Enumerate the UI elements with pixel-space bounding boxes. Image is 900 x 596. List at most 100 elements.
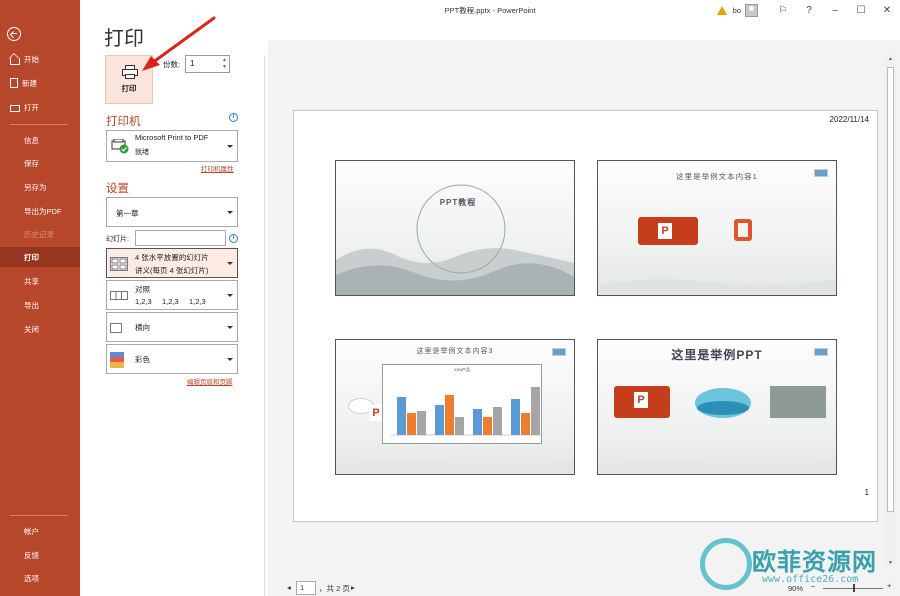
avatar[interactable] — [745, 3, 758, 17]
preview-page: 2022/11/14 PPT教程 这里是举例文本内容1 这里是举例文本内容3 X… — [293, 110, 878, 522]
info-icon[interactable]: i — [229, 113, 238, 122]
back-arrow-icon[interactable] — [7, 27, 21, 41]
collate-select[interactable]: 对照 1,2,3 1,2,3 1,2,3 — [106, 280, 238, 310]
sidebar-item-print[interactable]: 打印 — [0, 247, 80, 267]
minimize-icon[interactable]: – — [822, 0, 848, 20]
sidebar-item-home[interactable]: 开始 — [0, 49, 80, 69]
scroll-up-icon[interactable]: ▲ — [887, 56, 894, 62]
user-name[interactable]: bo — [733, 6, 741, 15]
sidebar-item-label: 帐户 — [24, 526, 39, 536]
sidebar-item-account[interactable]: 帐户 — [0, 521, 80, 541]
sidebar-item-open[interactable]: 打开 — [0, 97, 80, 117]
sidebar-item-label: 反馈 — [24, 550, 39, 560]
sidebar-item-options[interactable]: 选项 — [0, 568, 80, 588]
layout-select[interactable]: 4 张水平放置的幻灯片 讲义(每页 4 张幻灯片) — [106, 248, 238, 278]
printer-ready-icon — [111, 139, 129, 154]
title-bar-controls: bo ⚐ ? – ☐ ✕ — [716, 0, 900, 20]
sidebar-item-save[interactable]: 保存 — [0, 153, 80, 173]
slides-input[interactable] — [135, 230, 226, 246]
settings-heading: 设置 — [106, 183, 129, 195]
warning-icon[interactable] — [716, 5, 727, 15]
page-input[interactable]: 1 — [296, 581, 316, 595]
collate-sequence: 1,2,3 — [189, 297, 206, 306]
new-document-icon — [10, 78, 18, 88]
info-icon[interactable]: i — [229, 234, 238, 243]
panel-divider — [264, 55, 265, 596]
edit-header-footer-link[interactable]: 编辑页眉和页脚 — [187, 376, 233, 386]
copies-input[interactable]: 1 ▲ ▼ — [185, 55, 230, 73]
sidebar-item-label: 导出 — [24, 300, 39, 310]
handout-layout-icon — [110, 257, 128, 271]
badge-image — [552, 348, 566, 356]
sidebar-item-label: 开始 — [24, 54, 39, 64]
sidebar-item-label: 共享 — [24, 276, 39, 286]
coauthor-icon[interactable]: ⚐ — [770, 0, 796, 20]
sidebar-item-export-pdf[interactable]: 导出为PDF — [0, 201, 80, 221]
sidebar-divider — [10, 124, 68, 125]
slide-title: 这里是举例PPT — [671, 348, 763, 362]
sidebar-item-share[interactable]: 共享 — [0, 271, 80, 291]
sidebar-item-label: 关闭 — [24, 324, 39, 334]
chevron-down-icon — [227, 294, 233, 297]
collate-title: 对照 — [135, 285, 150, 294]
print-range-value: 第一章 — [116, 209, 139, 218]
watermark: 欧菲资源网 www.office26.com — [700, 538, 895, 596]
orientation-select[interactable]: 横向 — [106, 312, 238, 342]
watermark-url: www.office26.com — [762, 574, 859, 585]
sidebar-item-label: 打印 — [24, 252, 39, 262]
collate-icon — [110, 291, 128, 300]
chevron-down-icon — [227, 211, 233, 214]
close-icon[interactable]: ✕ — [874, 0, 900, 20]
slides-label: 幻灯片: — [106, 236, 129, 243]
scroll-thumb[interactable] — [887, 67, 894, 512]
mountain-image — [336, 460, 574, 474]
slide-title: 这里是举例文本内容1 — [676, 172, 758, 181]
folder-open-icon — [10, 104, 20, 112]
printer-properties-link[interactable]: 打印机属性 — [201, 163, 234, 173]
maximize-icon[interactable]: ☐ — [848, 0, 874, 20]
color-select[interactable]: 彩色 — [106, 344, 238, 374]
page-date: 2022/11/14 — [829, 115, 869, 124]
print-range-select[interactable]: 第一章 — [106, 197, 238, 227]
sidebar-item-label: 保存 — [24, 158, 39, 168]
sidebar-item-label: 历史记录 — [24, 229, 54, 239]
sidebar-item-close[interactable]: 关闭 — [0, 319, 80, 339]
chevron-down-icon — [227, 326, 233, 329]
sidebar-item-label: 新建 — [22, 78, 37, 88]
preview-scrollbar[interactable]: ▲ ▼ — [885, 55, 896, 567]
sidebar-item-new[interactable]: 新建 — [0, 73, 80, 93]
powerpoint-logo-icon — [348, 398, 383, 421]
sidebar-item-info[interactable]: 信息 — [0, 130, 80, 150]
current-page: 1 — [300, 583, 305, 592]
printer-heading: 打印机 — [106, 116, 141, 128]
sidebar-item-label: 选项 — [24, 573, 39, 583]
print-button-label: 打印 — [121, 84, 137, 93]
orientation-value: 横向 — [135, 323, 150, 332]
copies-spinner[interactable]: ▲ ▼ — [222, 57, 227, 71]
slide-thumbnail: 这里是举例PPT — [597, 339, 837, 475]
sidebar-item-label: 另存为 — [24, 182, 47, 192]
color-mode-icon — [110, 352, 124, 368]
slide-title: PPT教程 — [439, 198, 477, 207]
watermark-logo-icon — [700, 538, 752, 590]
home-icon — [10, 57, 20, 65]
chevron-down-icon — [227, 358, 233, 361]
total-pages: ，共 2 页 — [319, 584, 350, 593]
sidebar-item-label: 信息 — [24, 135, 39, 145]
sidebar-item-export[interactable]: 导出 — [0, 295, 80, 315]
sidebar-item-label: 打开 — [24, 102, 39, 112]
mountain-image — [598, 279, 836, 295]
help-icon[interactable]: ? — [796, 0, 822, 20]
sidebar-divider — [10, 515, 68, 516]
mountain-image — [598, 460, 836, 474]
next-page-icon[interactable]: ▸ — [351, 583, 355, 592]
chevron-down-icon — [227, 262, 233, 265]
prev-page-icon[interactable]: ◂ — [287, 583, 291, 592]
color-value: 彩色 — [135, 355, 150, 364]
page-number: 1 — [864, 488, 869, 497]
sidebar-item-save-as[interactable]: 另存为 — [0, 177, 80, 197]
copies-value: 1 — [190, 59, 195, 68]
printer-select[interactable]: Microsoft Print to PDF 就绪 — [106, 130, 238, 162]
sidebar-item-feedback[interactable]: 反馈 — [0, 545, 80, 565]
printer-name: Microsoft Print to PDF — [135, 133, 209, 142]
